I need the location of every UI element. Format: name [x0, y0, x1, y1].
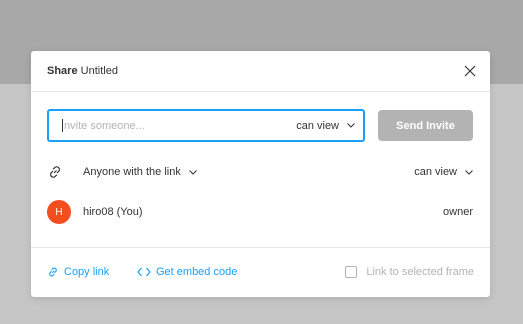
link-access-row: Anyone with the link can view — [47, 158, 473, 186]
dialog-title-filename: Untitled — [77, 65, 118, 77]
text-caret — [62, 119, 63, 132]
embed-code-button[interactable]: Get embed code — [137, 266, 237, 278]
chevron-down-icon — [465, 169, 473, 175]
close-icon[interactable] — [462, 63, 478, 79]
member-role: owner — [443, 206, 473, 218]
link-access-dropdown[interactable]: Anyone with the link — [83, 166, 197, 178]
dialog-title: Share Untitled — [47, 65, 118, 77]
link-frame-option: Link to selected frame — [345, 266, 474, 278]
invite-input[interactable] — [61, 112, 283, 139]
invite-permission-dropdown[interactable]: can view — [296, 111, 355, 140]
member-name: hiro08 (You) — [83, 206, 143, 218]
link-icon — [49, 267, 57, 277]
send-invite-button[interactable]: Send Invite — [378, 110, 473, 141]
avatar: H — [47, 200, 71, 224]
link-permission-dropdown[interactable]: can view — [414, 166, 473, 178]
chevron-down-icon — [347, 123, 355, 128]
code-icon — [137, 267, 151, 277]
dialog-footer: Copy link Get embed code Link to selecte… — [31, 247, 490, 297]
copy-link-label: Copy link — [64, 266, 110, 278]
invite-permission-label: can view — [296, 119, 339, 132]
member-row: H hiro08 (You) owner — [47, 198, 473, 226]
link-icon — [47, 160, 71, 184]
link-access-label: Anyone with the link — [83, 166, 181, 178]
invite-field: can view — [47, 109, 365, 142]
invite-row: can view Send Invite — [47, 109, 473, 142]
link-frame-checkbox[interactable] — [345, 266, 358, 278]
copy-link-button[interactable]: Copy link — [47, 266, 109, 278]
link-frame-label: Link to selected frame — [366, 266, 474, 278]
embed-code-label: Get embed code — [156, 266, 238, 278]
share-dialog: Share Untitled can view Send Invite — [31, 51, 490, 297]
chevron-down-icon — [188, 169, 197, 175]
dialog-title-share: Share — [47, 65, 78, 77]
link-permission-label: can view — [414, 166, 457, 178]
dialog-header: Share Untitled — [31, 51, 490, 92]
